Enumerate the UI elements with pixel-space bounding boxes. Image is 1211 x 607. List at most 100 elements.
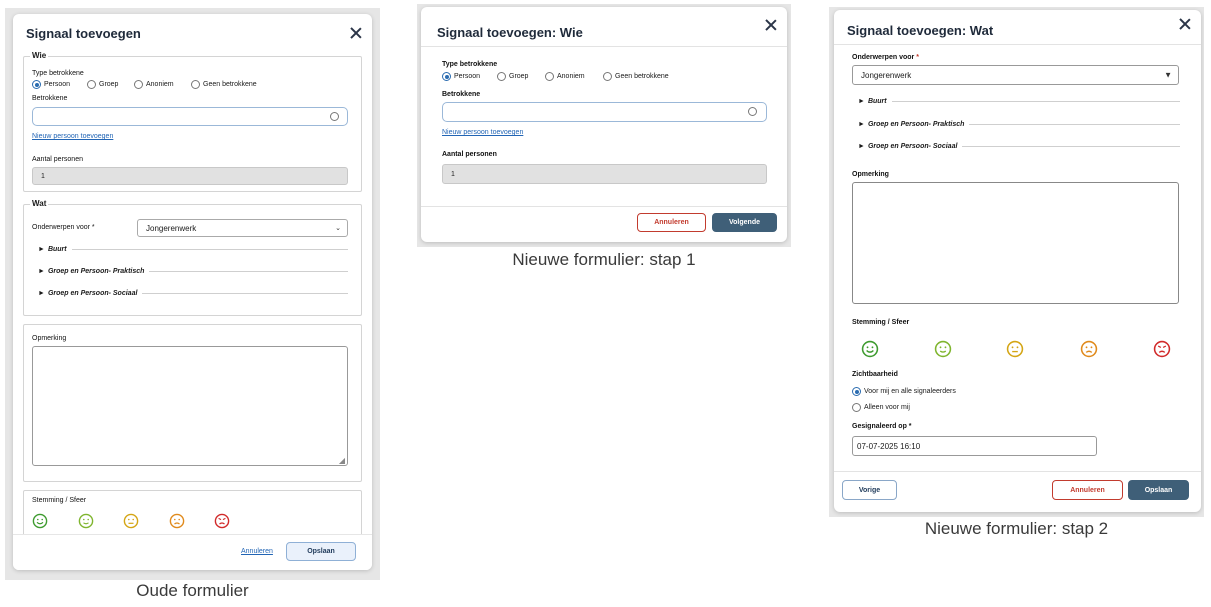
collapsible-sociaal[interactable]: ► Groep en Persoon- Sociaal: [38, 290, 348, 297]
radio-dot: [497, 72, 506, 81]
gesignaleerd-label: Gesignaleerd op *: [852, 423, 912, 430]
radio-label: Alleen voor mij: [864, 404, 910, 411]
radio-anoniem[interactable]: Anoniem: [545, 72, 585, 81]
cancel-link[interactable]: Annuleren: [241, 548, 273, 555]
onderwerpen-select[interactable]: Jongerenwerk ▼: [852, 65, 1179, 85]
new-person-link[interactable]: Nieuw persoon toevoegen: [442, 129, 523, 136]
betrokkene-input[interactable]: [442, 102, 767, 122]
aantal-personen-label: Aantal personen: [442, 151, 497, 158]
step2-caption: Nieuwe formulier: stap 2: [924, 519, 1109, 538]
save-button[interactable]: Opslaan: [286, 542, 356, 561]
sad-face-icon[interactable]: [1080, 340, 1098, 358]
radio-alleen-voor-mij[interactable]: Alleen voor mij: [852, 403, 910, 412]
radio-groep[interactable]: Groep: [497, 72, 528, 81]
radio-groep[interactable]: Groep: [87, 80, 118, 89]
type-betrokkene-label: Type betrokkene: [32, 70, 84, 77]
divider-line: [891, 101, 1180, 102]
opmerking-textarea[interactable]: [852, 182, 1179, 304]
close-icon[interactable]: [1178, 17, 1192, 31]
radio-anoniem[interactable]: Anoniem: [134, 80, 174, 89]
collapsible-praktisch[interactable]: ► Groep en Persoon- Praktisch: [858, 121, 1180, 128]
radio-dot: [852, 387, 861, 396]
close-icon[interactable]: [764, 18, 778, 32]
opmerking-label: Opmerking: [32, 335, 67, 342]
select-value: Jongerenwerk: [861, 70, 912, 80]
onderwerpen-label-text: Onderwerpen voor: [852, 54, 915, 61]
collapsible-label: Buurt: [47, 246, 67, 253]
radio-dot: [134, 80, 143, 89]
happy-face-icon[interactable]: [934, 340, 952, 358]
radio-label: Persoon: [44, 81, 71, 88]
radio-voor-mij-en-alle-signaleerders[interactable]: Voor mij en alle signaleerders: [852, 387, 956, 396]
collapsible-sociaal[interactable]: ► Groep en Persoon- Sociaal: [858, 143, 1180, 150]
radio-dot: [87, 80, 96, 89]
very-happy-face-icon[interactable]: [861, 340, 879, 358]
opmerking-textarea[interactable]: ◢: [32, 346, 348, 466]
radio-dot: [442, 72, 451, 81]
sad-face-icon[interactable]: [169, 513, 185, 529]
header-divider: [421, 46, 787, 47]
loading-spinner-icon: [330, 112, 339, 121]
save-button[interactable]: Opslaan: [1128, 480, 1189, 500]
divider-line: [969, 124, 1180, 125]
resize-handle-icon[interactable]: ◢: [339, 456, 345, 465]
angry-face-icon[interactable]: [1153, 340, 1171, 358]
radio-geen-betrokkene[interactable]: Geen betrokkene: [191, 80, 257, 89]
betrokkene-label: Betrokkene: [442, 91, 481, 98]
radio-dot: [603, 72, 612, 81]
betrokkene-input[interactable]: [32, 107, 348, 126]
collapsible-label: Groep en Persoon- Sociaal: [47, 290, 138, 297]
zichtbaarheid-label: Zichtbaarheid: [852, 371, 898, 378]
radio-geen-betrokkene[interactable]: Geen betrokkene: [603, 72, 669, 81]
radio-dot: [545, 72, 554, 81]
collapsible-label: Buurt: [867, 98, 887, 105]
collapsible-praktisch[interactable]: ► Groep en Persoon- Praktisch: [38, 268, 348, 275]
angry-face-icon[interactable]: [214, 513, 230, 529]
onderwerpen-label: Onderwerpen voor *: [32, 224, 95, 231]
previous-button[interactable]: Vorige: [842, 480, 897, 500]
collapsible-buurt[interactable]: ► Buurt: [38, 246, 348, 253]
modal-title: Signaal toevoegen: Wat: [847, 23, 994, 38]
aantal-personen-field: 1: [32, 167, 348, 185]
very-happy-face-icon[interactable]: [32, 513, 48, 529]
chevron-down-icon: ▼: [1164, 70, 1172, 80]
loading-spinner-icon: [748, 107, 757, 116]
aantal-personen-field: 1: [442, 164, 767, 184]
radio-label: Geen betrokkene: [203, 81, 257, 88]
chevron-down-icon: ⌄: [335, 225, 341, 232]
collapsible-label: Groep en Persoon- Sociaal: [867, 143, 958, 150]
divider-line: [71, 249, 348, 250]
step2-screenshot: Signaal toevoegen: Wat Onderwerpen voor …: [829, 7, 1204, 517]
step1-screenshot: Signaal toevoegen: Wie Type betrokkene P…: [417, 4, 791, 247]
old-form-screenshot: Signaal toevoegen Wie Type betrokkene Pe…: [5, 8, 380, 580]
modal-title: Signaal toevoegen: [26, 26, 141, 41]
radio-persoon[interactable]: Persoon: [32, 80, 70, 89]
next-button[interactable]: Volgende: [712, 213, 777, 232]
collapsible-buurt[interactable]: ► Buurt: [858, 98, 1180, 105]
cancel-button[interactable]: Annuleren: [1052, 480, 1123, 500]
radio-dot: [32, 80, 41, 89]
neutral-face-icon[interactable]: [123, 513, 139, 529]
divider-line: [149, 271, 348, 272]
onderwerpen-select[interactable]: Jongerenwerk ⌄: [137, 219, 348, 237]
radio-label: Persoon: [454, 73, 481, 80]
gesignaleerd-datetime-input[interactable]: 07-07-2025 16:10: [852, 436, 1097, 456]
old-form-modal: Signaal toevoegen Wie Type betrokkene Pe…: [13, 14, 372, 570]
step2-modal: Signaal toevoegen: Wat Onderwerpen voor …: [834, 10, 1201, 512]
radio-label: Voor mij en alle signaleerders: [864, 388, 956, 395]
close-icon[interactable]: [349, 26, 363, 40]
required-mark: *: [916, 54, 919, 61]
aantal-personen-label: Aantal personen: [32, 156, 83, 163]
select-value: Jongerenwerk: [146, 223, 197, 233]
neutral-face-icon[interactable]: [1006, 340, 1024, 358]
radio-label: Anoniem: [557, 73, 585, 80]
old-form-caption: Oude formulier: [136, 581, 249, 600]
betrokkene-label: Betrokkene: [32, 95, 68, 102]
wat-legend: Wat: [30, 199, 49, 208]
happy-face-icon[interactable]: [78, 513, 94, 529]
footer-divider: [834, 471, 1201, 472]
new-person-link[interactable]: Nieuw persoon toevoegen: [32, 133, 113, 140]
cancel-button[interactable]: Annuleren: [637, 213, 706, 232]
opmerking-label: Opmerking: [852, 171, 889, 178]
radio-persoon[interactable]: Persoon: [442, 72, 480, 81]
